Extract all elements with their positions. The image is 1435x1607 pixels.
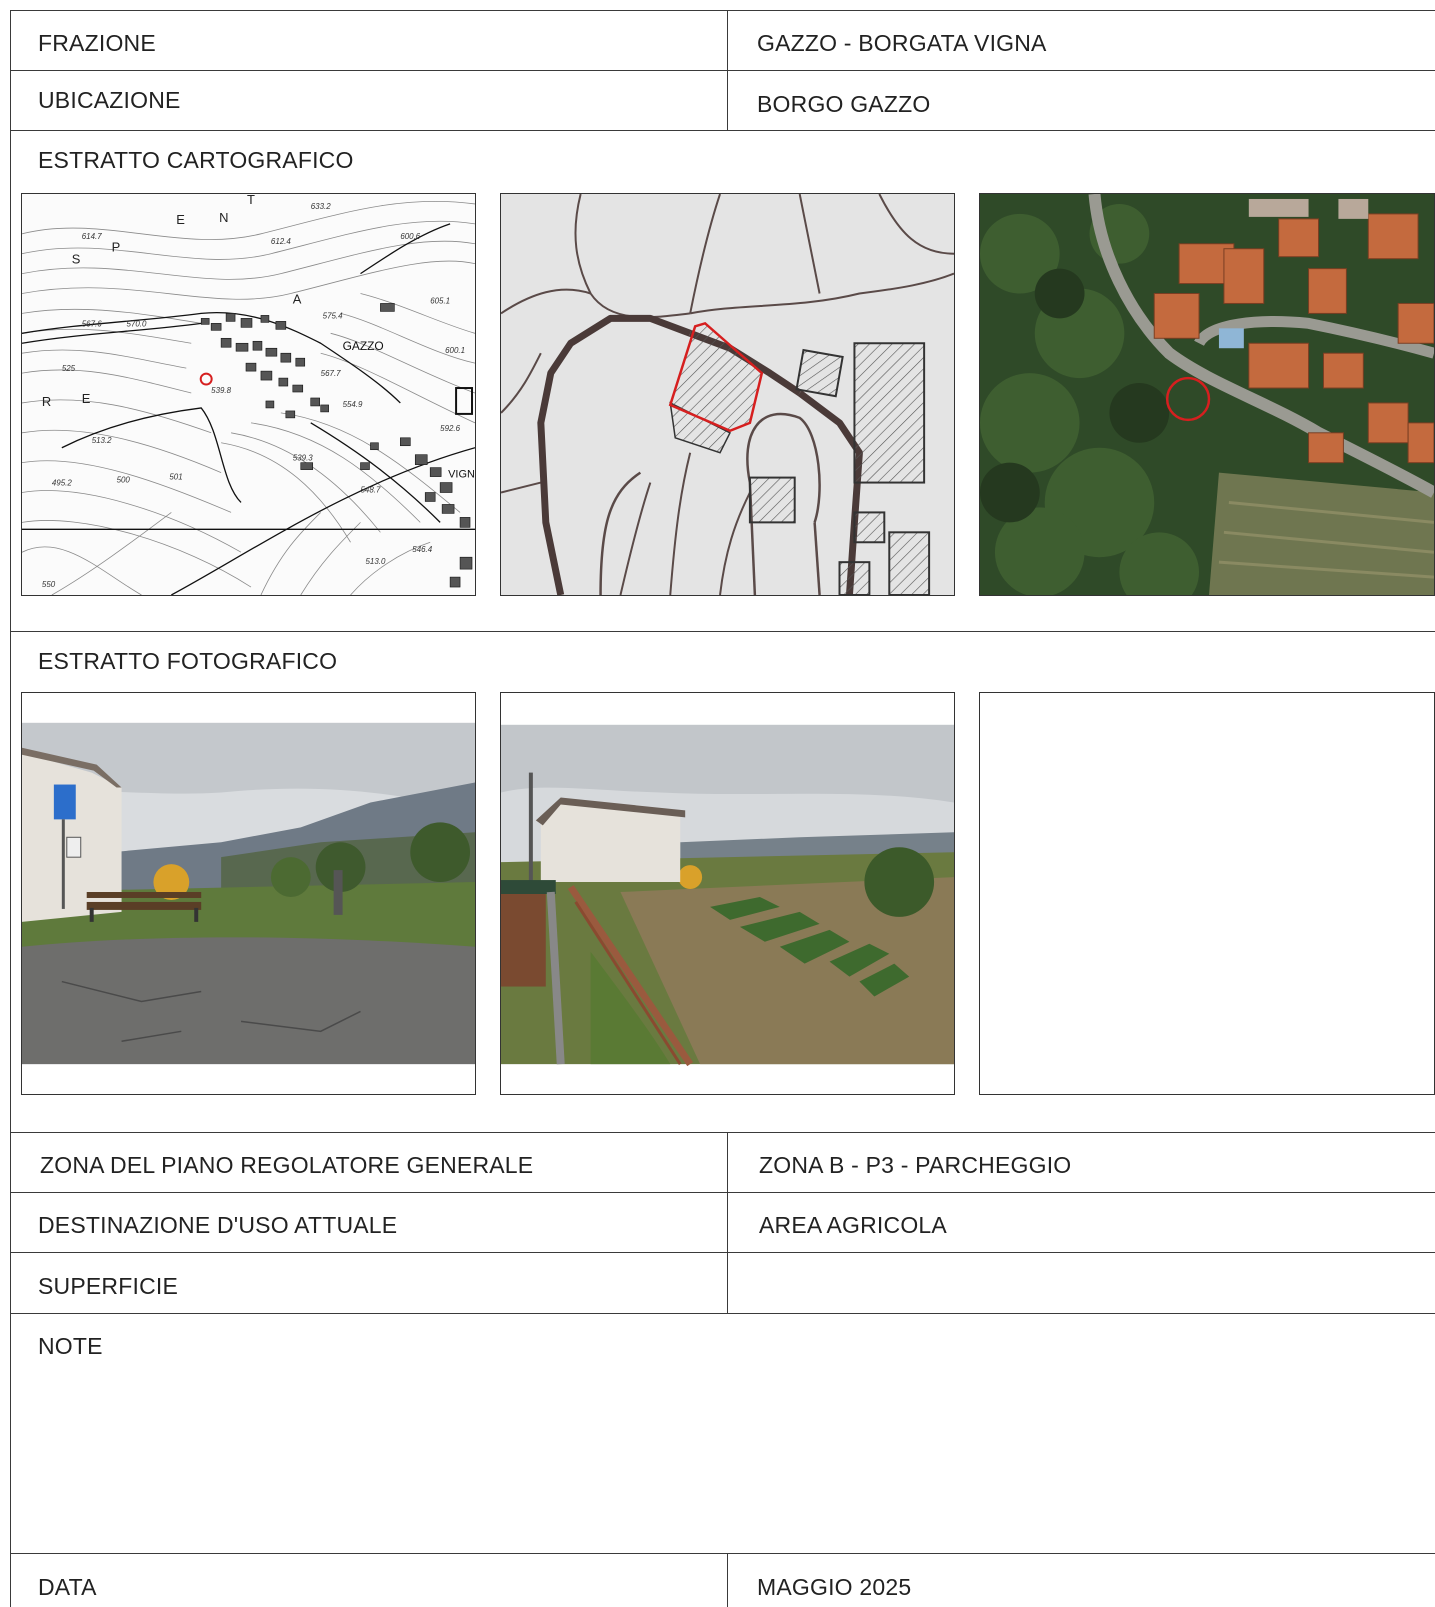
svg-text:S: S bbox=[72, 252, 81, 267]
column-divider-top bbox=[727, 10, 728, 130]
svg-text:570.0: 570.0 bbox=[127, 319, 147, 328]
map-label-vign: VIGN bbox=[448, 469, 475, 481]
zona-value: ZONA B - P3 - PARCHEGGIO bbox=[759, 1152, 1072, 1178]
note-label: NOTE bbox=[38, 1333, 103, 1359]
column-divider-bottom bbox=[727, 1553, 728, 1607]
svg-text:600.1: 600.1 bbox=[445, 346, 465, 355]
photo-frame-1 bbox=[21, 692, 476, 1095]
satellite-image bbox=[979, 193, 1435, 596]
svg-text:E: E bbox=[176, 212, 185, 227]
svg-text:501: 501 bbox=[169, 473, 182, 482]
svg-text:P: P bbox=[112, 240, 121, 255]
svg-text:E: E bbox=[82, 391, 91, 406]
svg-text:T: T bbox=[247, 194, 255, 207]
photo-frame-2 bbox=[500, 692, 955, 1095]
destinazione-value: AREA AGRICOLA bbox=[759, 1212, 947, 1238]
data-label: DATA bbox=[38, 1574, 97, 1600]
divider-row-destinazione bbox=[10, 1252, 1435, 1253]
cartografico-title: ESTRATTO CARTOGRAFICO bbox=[38, 147, 354, 173]
column-divider-middle bbox=[727, 1132, 728, 1313]
svg-text:575.4: 575.4 bbox=[323, 311, 343, 320]
svg-text:567.7: 567.7 bbox=[321, 369, 341, 378]
border-left bbox=[10, 10, 11, 1607]
cadastral-map bbox=[500, 193, 955, 596]
divider-row-zona bbox=[10, 1192, 1435, 1193]
svg-text:A: A bbox=[293, 291, 302, 306]
fotografico-title: ESTRATTO FOTOGRAFICO bbox=[38, 648, 338, 674]
svg-text:495.2: 495.2 bbox=[52, 479, 72, 488]
svg-text:500: 500 bbox=[117, 476, 131, 485]
frazione-label: FRAZIONE bbox=[38, 30, 156, 56]
svg-text:554.9: 554.9 bbox=[343, 400, 363, 409]
data-value: MAGGIO 2025 bbox=[757, 1574, 912, 1600]
photo-1 bbox=[22, 722, 475, 1065]
divider-fotografico-end bbox=[10, 1132, 1435, 1133]
topographic-map: 633.2 612.4 614.7 567.6 570.0 575.4 605.1 600… bbox=[21, 193, 476, 596]
svg-text:592.6: 592.6 bbox=[440, 424, 460, 433]
divider-row-1 bbox=[10, 70, 1435, 71]
svg-text:548.7: 548.7 bbox=[361, 486, 381, 495]
map-label-gazzo: GAZZO bbox=[343, 339, 384, 353]
superficie-label: SUPERFICIE bbox=[38, 1273, 179, 1299]
frazione-value: GAZZO - BORGATA VIGNA bbox=[757, 30, 1047, 56]
svg-text:539.8: 539.8 bbox=[211, 386, 231, 395]
divider-row-superficie bbox=[10, 1313, 1435, 1314]
svg-text:600.6: 600.6 bbox=[400, 232, 420, 241]
zona-label: ZONA DEL PIANO REGOLATORE GENERALE bbox=[40, 1152, 534, 1178]
divider-note-end bbox=[10, 1553, 1435, 1554]
svg-text:612.4: 612.4 bbox=[271, 237, 291, 246]
svg-text:513.2: 513.2 bbox=[92, 436, 112, 445]
svg-text:N: N bbox=[219, 210, 228, 225]
svg-text:633.2: 633.2 bbox=[311, 202, 331, 211]
destinazione-label: DESTINAZIONE D'USO ATTUALE bbox=[38, 1212, 398, 1238]
photo-2 bbox=[501, 724, 954, 1067]
photo-frame-3-empty bbox=[979, 692, 1435, 1095]
ubicazione-label: UBICAZIONE bbox=[38, 87, 181, 113]
ubicazione-value: BORGO GAZZO bbox=[757, 91, 931, 117]
svg-text:525: 525 bbox=[62, 364, 76, 373]
svg-text:546.4: 546.4 bbox=[412, 545, 432, 554]
svg-text:567.6: 567.6 bbox=[82, 319, 102, 328]
svg-text:550: 550 bbox=[42, 580, 56, 589]
svg-text:R: R bbox=[42, 394, 51, 409]
svg-text:605.1: 605.1 bbox=[430, 296, 450, 305]
border-top bbox=[10, 10, 1435, 11]
svg-text:614.7: 614.7 bbox=[82, 232, 102, 241]
divider-cartografico-end bbox=[10, 631, 1435, 632]
svg-text:539.3: 539.3 bbox=[293, 454, 313, 463]
divider-row-2 bbox=[10, 130, 1435, 131]
svg-text:513.0: 513.0 bbox=[365, 557, 385, 566]
